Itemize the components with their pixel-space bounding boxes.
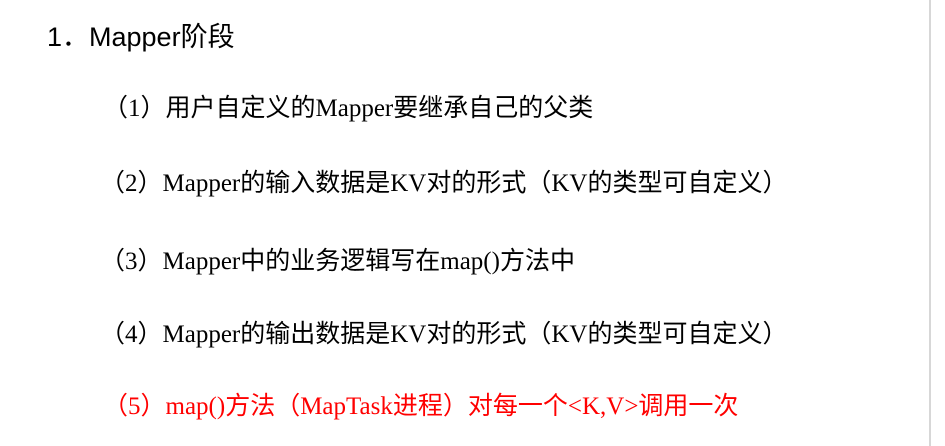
section-heading: 1．Mapper阶段 <box>47 22 235 52</box>
list-item-2: （2）Mapper的输入数据是KV对的形式（KV的类型可自定义） <box>100 170 788 197</box>
list-item-5-highlight: （5）map()方法（MapTask进程）对每一个<K,V>调用一次 <box>103 393 739 420</box>
list-item-1: （1）用户自定义的Mapper要继承自己的父类 <box>103 95 594 122</box>
right-divider <box>929 0 931 446</box>
slide-page: 1．Mapper阶段 （1）用户自定义的Mapper要继承自己的父类 （2）Ma… <box>0 0 945 446</box>
list-item-3: （3）Mapper中的业务逻辑写在map()方法中 <box>100 248 575 275</box>
list-item-4: （4）Mapper的输出数据是KV对的形式（KV的类型可自定义） <box>100 321 788 348</box>
